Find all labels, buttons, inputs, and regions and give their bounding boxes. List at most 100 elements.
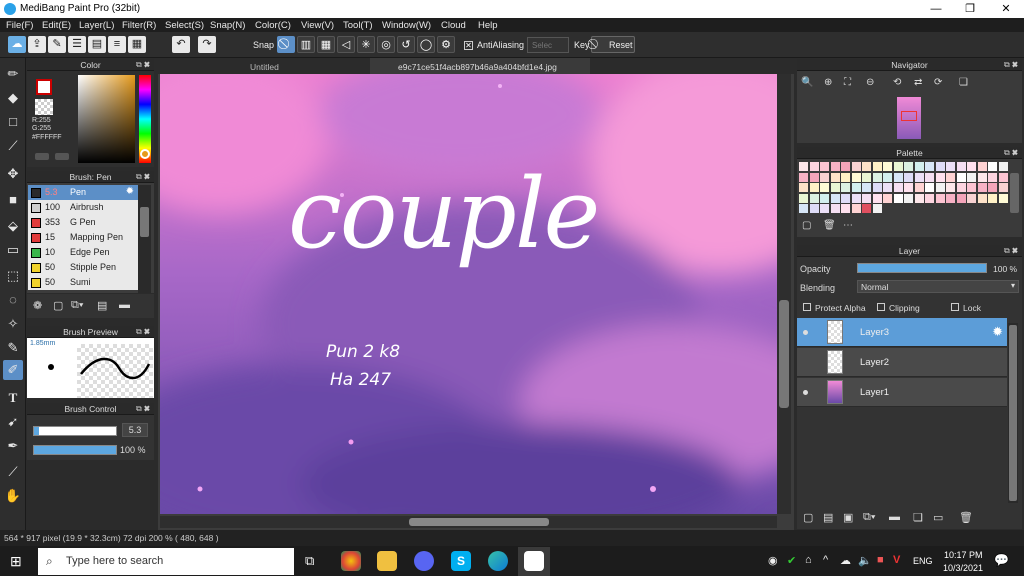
blending-select[interactable]: Normal ▾ — [857, 280, 1019, 293]
protect-alpha-checkbox[interactable] — [803, 303, 811, 311]
tray-app-icon[interactable]: ■ — [877, 554, 884, 566]
antialiasing-checkbox[interactable]: ✕ — [464, 41, 473, 50]
palette-swatch[interactable] — [904, 193, 913, 203]
palette-swatch[interactable] — [925, 162, 934, 171]
palette-swatch[interactable] — [893, 193, 903, 203]
eraser-tool-icon[interactable]: ◆ — [3, 88, 23, 108]
palette-swatch[interactable] — [851, 162, 861, 171]
dropper-mini-button[interactable] — [55, 153, 69, 160]
brush-item[interactable]: 100 Airbrush — [28, 200, 138, 215]
text-tool-icon[interactable]: T — [3, 388, 23, 408]
restore-button[interactable]: ❐ — [952, 1, 988, 17]
layer-settings-icon[interactable]: ✹ — [992, 324, 1003, 340]
tray-v-icon[interactable]: V — [893, 554, 900, 566]
tray-chevron-icon[interactable]: ^ — [823, 554, 828, 566]
brush-list-scrollbar[interactable] — [138, 185, 151, 293]
selection-field[interactable]: Selec — [527, 37, 569, 53]
select-pen-tool-icon[interactable]: ✎ — [3, 338, 23, 358]
canvas-hscrollbar[interactable] — [160, 516, 777, 528]
palette-swatch[interactable] — [893, 183, 903, 192]
palette-swatch[interactable] — [935, 162, 945, 171]
brush-import-icon[interactable]: ⧉▾ — [71, 299, 83, 312]
new-layer-icon[interactable]: ▢ — [803, 511, 813, 524]
add-layer-menu-icon[interactable]: ⧉▾ — [863, 511, 875, 524]
menu-view[interactable]: View(V) — [301, 20, 334, 31]
canvas-hscroll-thumb[interactable] — [409, 518, 549, 526]
palette-more-icon[interactable]: ⋯ — [843, 220, 853, 231]
minimize-button[interactable]: — — [918, 1, 954, 17]
palette-swatch[interactable] — [809, 183, 819, 192]
panel-controls-icon[interactable]: ⧉ ✖ — [136, 171, 150, 183]
snap-ellipse-icon[interactable]: ◯ — [417, 36, 435, 53]
hue-handle[interactable] — [140, 149, 150, 159]
palette-swatch[interactable] — [862, 162, 871, 171]
tray-check-icon[interactable]: ✔ — [787, 554, 796, 567]
palette-swatch[interactable] — [820, 162, 829, 171]
palette-swatch[interactable] — [977, 172, 987, 182]
menu-filter[interactable]: Filter(R) — [122, 20, 156, 31]
palette-swatch[interactable] — [977, 193, 987, 203]
palette-swatch[interactable] — [820, 204, 829, 213]
brush-settings-icon[interactable]: ✹ — [126, 186, 134, 197]
layer-row[interactable]: Layer1 — [797, 378, 1007, 407]
palette-swatch[interactable] — [883, 172, 892, 182]
select-rect-tool-icon[interactable]: ⬚ — [3, 266, 23, 286]
palette-swatch[interactable] — [883, 183, 892, 192]
palette-swatch[interactable] — [988, 193, 997, 203]
palette-swatch[interactable] — [883, 162, 892, 171]
brush-item[interactable]: 5.3 Pen ✹ — [28, 185, 138, 200]
palette-swatch[interactable] — [956, 183, 966, 192]
palette-swatch[interactable] — [946, 193, 955, 203]
tray-wifi-icon[interactable]: ☁ — [840, 554, 851, 567]
grid-icon[interactable]: ▦ — [128, 36, 146, 53]
redo-icon[interactable]: ↷ — [198, 36, 216, 53]
panel-controls-icon[interactable]: ⧉ ✖ — [136, 59, 150, 71]
palette-scrollbar[interactable] — [1010, 173, 1019, 213]
snap-parallel-icon[interactable]: ▥ — [297, 36, 315, 53]
palette-swatch[interactable] — [946, 183, 955, 192]
canvas-vscroll-thumb[interactable] — [779, 300, 789, 408]
palette-swatch[interactable] — [820, 183, 829, 192]
palette-swatch[interactable] — [935, 183, 945, 192]
comment-icon[interactable]: ✎ — [48, 36, 66, 53]
new-8bit-layer-icon[interactable]: ▣ — [843, 511, 853, 524]
eyedropper-tool-icon[interactable]: ⟋ — [3, 462, 23, 482]
palette-swatch[interactable] — [904, 183, 913, 192]
palette-swatch[interactable] — [862, 172, 871, 182]
palette-swatch[interactable] — [799, 183, 808, 192]
panel-controls-icon[interactable]: ⧉ ✖ — [1004, 245, 1018, 257]
palette-swatch[interactable] — [956, 172, 966, 182]
palette-swatch[interactable] — [956, 193, 966, 203]
palette-swatch[interactable] — [967, 193, 976, 203]
copy-view-icon[interactable]: ❏ — [959, 77, 968, 88]
move-tool-icon[interactable]: ✥ — [3, 164, 23, 184]
brush-size-value[interactable]: 5.3 — [122, 423, 148, 437]
brush-copy-icon[interactable]: ▤ — [97, 299, 107, 312]
new-halftone-layer-icon[interactable]: ▤ — [823, 511, 833, 524]
layer-opacity-slider[interactable] — [857, 263, 987, 273]
layer-folder-icon[interactable]: ▬ — [889, 511, 900, 523]
fill-rect-tool-icon[interactable]: ■ — [3, 190, 23, 210]
clipping-checkbox[interactable] — [877, 303, 885, 311]
palette-swatch[interactable] — [967, 162, 976, 171]
palette-swatch[interactable] — [830, 204, 840, 213]
rotate-right-icon[interactable]: ⟳ — [934, 77, 942, 88]
snap-circle-icon[interactable]: ◎ — [377, 36, 395, 53]
palette-swatch[interactable] — [998, 172, 1008, 182]
brush-tool-icon[interactable]: ✏ — [3, 64, 23, 84]
transparent-color-swatch[interactable] — [35, 99, 53, 115]
notification-icon[interactable]: 💬 — [994, 553, 1009, 567]
chrome-app-icon[interactable] — [341, 551, 361, 571]
color-mode-button[interactable] — [35, 153, 49, 160]
palette-swatch[interactable] — [893, 172, 903, 182]
snap-perspective-icon[interactable]: ◁ — [337, 36, 355, 53]
palette-swatch[interactable] — [914, 193, 924, 203]
operation-tool-icon[interactable]: ➹ — [3, 412, 23, 432]
brush-new-icon[interactable]: ▢ — [53, 299, 63, 312]
palette-swatch[interactable] — [862, 204, 871, 213]
palette-swatch[interactable] — [799, 162, 808, 171]
edge-app-icon[interactable] — [488, 551, 508, 571]
brush-opacity-slider[interactable] — [33, 445, 117, 455]
palette-swatch[interactable] — [851, 183, 861, 192]
zoom-out-icon[interactable]: ⊖ — [866, 77, 874, 88]
